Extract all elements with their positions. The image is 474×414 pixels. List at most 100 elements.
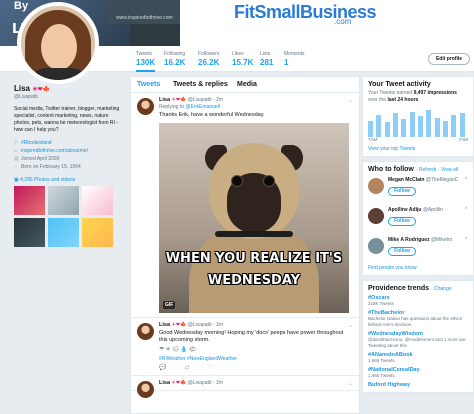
follow-button[interactable]: Follow: [388, 187, 416, 196]
chevron-down-icon[interactable]: ⌄: [348, 97, 353, 104]
tweet[interactable]: Lisa ☀❤🍁 @Lisapatb · 2m ⌄ Good Wednesday…: [131, 318, 359, 376]
media-thumbnail[interactable]: [82, 186, 113, 215]
tweet-avatar[interactable]: [137, 381, 154, 398]
calendar-icon: ▦: [14, 156, 19, 162]
profile-born: ○ Born on February 15, 1964: [14, 164, 81, 170]
change-trends-link[interactable]: · Change: [431, 286, 452, 292]
trend-item[interactable]: Buford Highway: [368, 382, 468, 388]
profile-website[interactable]: ∞ inspiredtothrive.com/aboutme/: [14, 147, 126, 155]
activity-dates: 7AM 7AM: [368, 137, 468, 143]
gif-badge: GIF: [163, 301, 176, 309]
stat-lists[interactable]: Lists 281: [260, 51, 273, 67]
media-thumbnail[interactable]: [48, 218, 79, 247]
activity-bar: [418, 116, 423, 137]
activity-bar-chart: [368, 107, 468, 137]
trend-item[interactable]: #Oscars 218K Tweets: [368, 295, 468, 307]
banner-site-text: www.inspiredtothrive.com: [116, 15, 173, 21]
profile-handle[interactable]: @Lisapatb: [14, 94, 126, 100]
date-left: 7AM: [368, 137, 378, 142]
close-icon[interactable]: ×: [464, 176, 468, 182]
tweet-header: Lisa ☀❤🍁 @Lisapatb · 2m: [159, 97, 224, 103]
find-people-link[interactable]: Find people you know: [368, 265, 468, 271]
trends-card: Providence trends · Change #Oscars 218K …: [362, 280, 474, 393]
stat-moments[interactable]: Moments 1: [284, 51, 305, 67]
tweet-header: Lisa ☀❤🍁 @Lisapatb · 2m: [159, 322, 224, 328]
avatar[interactable]: [368, 178, 384, 194]
who-to-follow-card: Who to follow · Refresh · View all Megan…: [362, 161, 474, 276]
follow-suggestion: Apolline Adiju @Apollin Follow ×: [368, 206, 468, 233]
banner-by-text: By: [14, 0, 29, 12]
close-icon[interactable]: ×: [464, 236, 468, 242]
follow-button[interactable]: Follow: [388, 217, 416, 226]
tab-tweets[interactable]: Tweets: [137, 81, 160, 88]
avatar[interactable]: [368, 208, 384, 224]
refresh-view-all-link[interactable]: · Refresh · View all: [416, 167, 458, 173]
activity-bar: [451, 114, 457, 137]
chevron-down-icon[interactable]: ⌄: [348, 380, 353, 387]
balloon-icon: ○: [14, 164, 18, 170]
chevron-down-icon[interactable]: ⌄: [348, 322, 353, 329]
close-icon[interactable]: ×: [464, 206, 468, 212]
follow-button[interactable]: Follow: [388, 247, 416, 256]
gif-caption-bottom: WEDNESDAY: [207, 273, 301, 288]
media-thumbnail[interactable]: [48, 186, 79, 215]
tweet-text: Thanks Erik, have a wonderful Wednesday.: [159, 112, 265, 118]
tweet-hashtags[interactable]: #RIWeather #NewEnglandWeather: [159, 356, 353, 362]
fitsmallbusiness-logo: FitSmallBusiness: [234, 2, 377, 22]
date-right: 7AM: [458, 137, 468, 142]
tweet-header: Lisa ☀❤🍁 @Lisapatb · 2m: [159, 380, 224, 386]
profile-meta: ⚲ #Rhodeisland ∞ inspiredtothrive.com/abou…: [14, 139, 126, 171]
media-thumbnail[interactable]: [82, 218, 113, 247]
right-sidebar: Your Tweet activity Your Tweets earned 9…: [362, 76, 474, 397]
profile-card: Lisa ☀❤🍁 @Lisapatb Social media, Twitter…: [14, 84, 126, 247]
weather-emojis: ☂☀🌧💧🌤: [159, 347, 198, 353]
tweet-gif[interactable]: WHEN YOU REALIZE IT'S WEDNESDAY GIF: [159, 123, 349, 313]
location-pin-icon: ⚲: [14, 140, 18, 146]
activity-bar: [393, 113, 398, 137]
media-thumbnail-grid: [14, 186, 126, 247]
tweet-replying-to: Replying to @ErikEmanuell: [159, 104, 220, 110]
profile-joined: ▦ Joined April 2009: [14, 156, 60, 162]
activity-bar: [376, 114, 382, 137]
retweet-icon[interactable]: ⇄: [184, 364, 189, 371]
activity-bar: [426, 110, 432, 137]
tweet[interactable]: Lisa ☀❤🍁 @Lisapatb · 2m ⌄ Replying to @E…: [131, 93, 359, 318]
gif-caption-top: WHEN YOU REALIZE IT'S: [165, 251, 343, 266]
trend-item[interactable]: #WednesdayWisdom @davidharrisonu, @model…: [368, 331, 468, 349]
like-icon[interactable]: ♡: [208, 364, 213, 371]
activity-title: Your Tweet activity: [368, 81, 431, 88]
activity-bar: [368, 120, 373, 137]
timeline-tabs: Tweets Tweets & replies Media: [131, 77, 359, 93]
tab-media[interactable]: Media: [237, 81, 257, 88]
profile-avatar[interactable]: [17, 2, 99, 84]
link-icon: ∞: [14, 148, 18, 154]
logo-suffix: .com: [334, 17, 352, 26]
tweet[interactable]: Lisa ☀❤🍁 @Lisapatb · 2m ⌄: [131, 376, 359, 398]
twitter-profile-page: By Li www.inspiredtothrive.com FitSmallB…: [0, 0, 474, 414]
activity-bar: [384, 122, 390, 137]
activity-bar: [409, 111, 415, 137]
profile-name[interactable]: Lisa ☀❤🍁: [14, 84, 126, 93]
tweet-avatar[interactable]: [137, 98, 154, 115]
trend-item[interactable]: #ANameInABook 1,666 Tweets: [368, 352, 468, 364]
trend-item[interactable]: #NationalCerealDay 1,666 Tweets: [368, 367, 468, 379]
who-to-follow-title: Who to follow · Refresh · View all: [368, 166, 458, 173]
profile-location[interactable]: ⚲ #Rhodeisland: [14, 139, 126, 147]
activity-bar: [434, 117, 440, 137]
tab-tweets-replies[interactable]: Tweets & replies: [173, 81, 228, 88]
stat-tweets[interactable]: Tweets 130K: [136, 51, 156, 72]
media-thumbnail[interactable]: [14, 218, 45, 247]
tweet-text: Good Wednesday morning! Hoping my 'docs'…: [159, 330, 344, 343]
photos-videos-link[interactable]: ▣ 4,286 Photos and videos: [14, 177, 126, 183]
edit-profile-button[interactable]: Edit profile: [428, 53, 470, 65]
media-thumbnail[interactable]: [14, 186, 45, 215]
stat-following[interactable]: Following 16.2K: [164, 51, 185, 67]
stat-likes[interactable]: Likes 15.7K: [232, 51, 253, 67]
avatar[interactable]: [368, 238, 384, 254]
stat-followers[interactable]: Followers 26.2K: [198, 51, 219, 67]
reply-icon[interactable]: 💬: [159, 364, 166, 371]
tweet-avatar[interactable]: [137, 323, 154, 340]
trends-title: Providence trends · Change: [368, 285, 452, 292]
view-top-tweets-link[interactable]: View your top Tweets: [368, 146, 468, 152]
trend-item[interactable]: #TheBachelor Bachelor Nation has questio…: [368, 310, 468, 328]
